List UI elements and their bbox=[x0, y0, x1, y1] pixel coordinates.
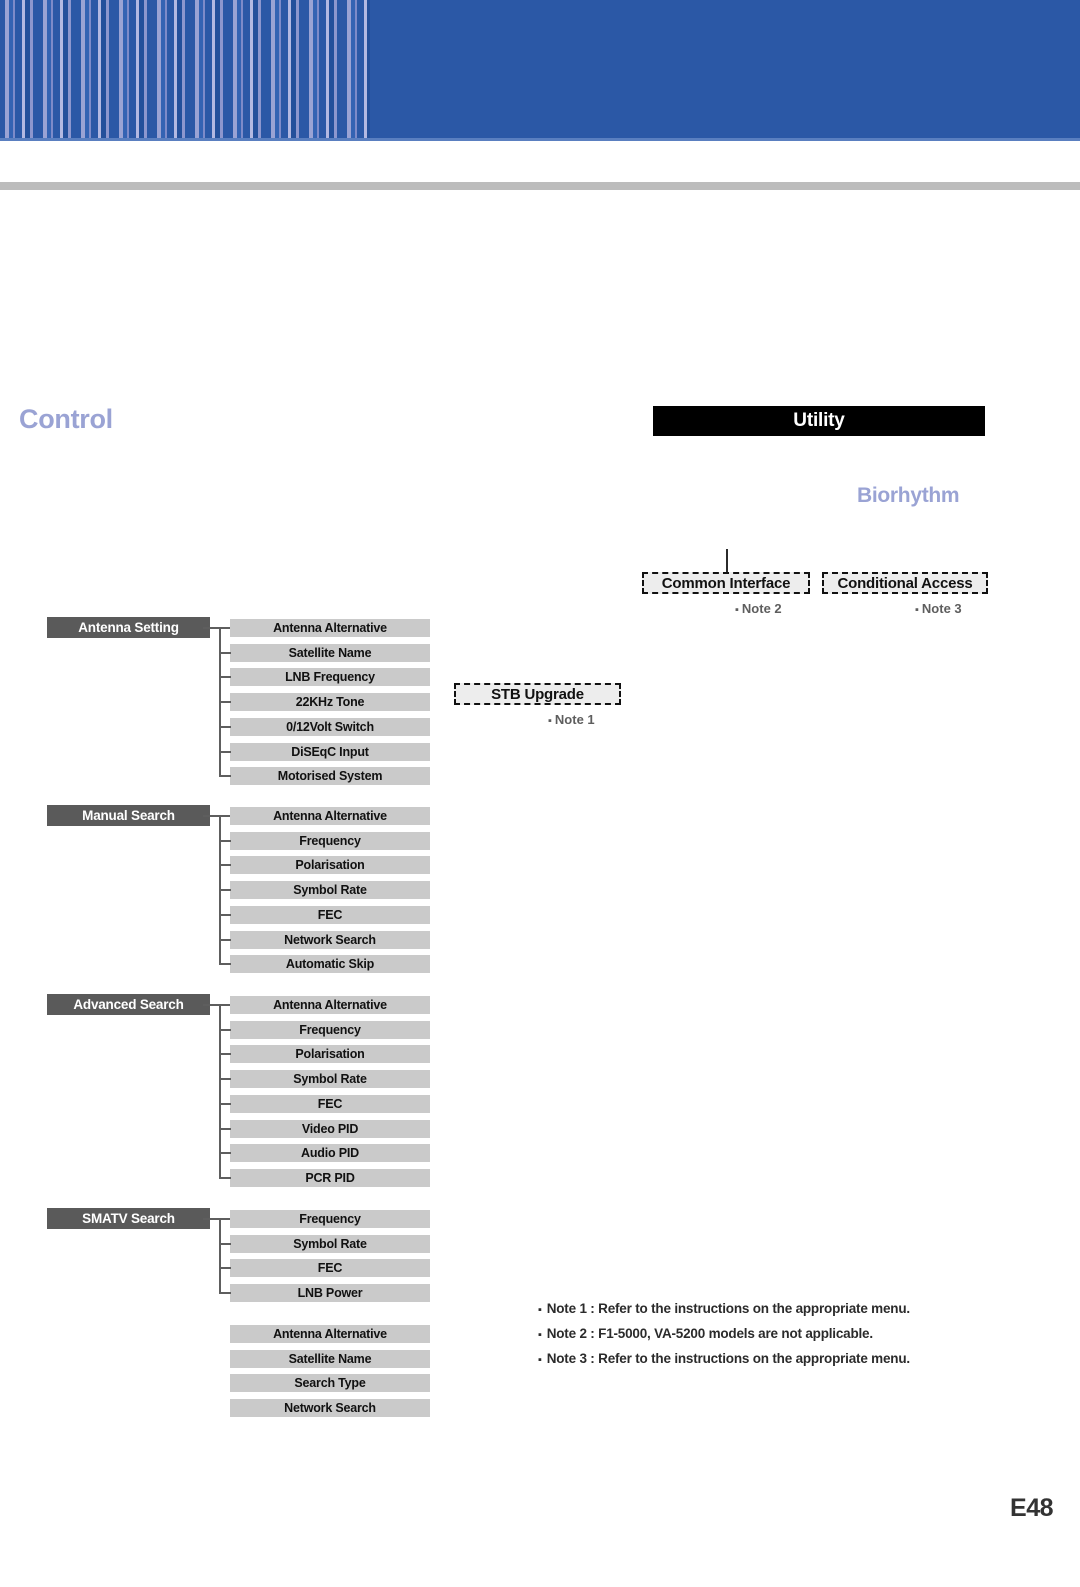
note-line-1-label: Note 1 : Refer to the instructions on th… bbox=[546, 1301, 910, 1316]
menu-item-fec[interactable]: FEC bbox=[230, 905, 430, 924]
tree-connector-branch bbox=[219, 1102, 231, 1105]
bullet-icon: ▪ bbox=[915, 604, 919, 616]
menu-item-pcr-pid[interactable]: PCR PID bbox=[230, 1168, 430, 1187]
bullet-icon: ▪ bbox=[538, 1354, 542, 1366]
tree-connector-branch bbox=[219, 1267, 231, 1270]
menu-item-fec[interactable]: FEC bbox=[230, 1259, 430, 1278]
menu-item-polarisation[interactable]: Polarisation bbox=[230, 856, 430, 875]
menu-item-audio-pid[interactable]: Audio PID bbox=[230, 1144, 430, 1163]
menu-item-satellite-name[interactable]: Satellite Name bbox=[230, 643, 430, 662]
tree-connector-branch bbox=[219, 1078, 231, 1081]
tree-connector-branch bbox=[219, 864, 231, 867]
menu-item-symbol-rate[interactable]: Symbol Rate bbox=[230, 1234, 430, 1253]
note-line-3: ▪ Note 3 : Refer to the instructions on t… bbox=[538, 1347, 998, 1372]
tree-connector-trunk bbox=[219, 1218, 221, 1294]
box-conditional-access[interactable]: Conditional Access bbox=[822, 572, 988, 594]
tree-connector-branch bbox=[219, 1028, 231, 1031]
menu-parent-antenna-setting[interactable]: Antenna Setting bbox=[47, 617, 210, 638]
page-number: E48 bbox=[1010, 1494, 1053, 1522]
tree-connector-root bbox=[203, 815, 231, 817]
menu-item-automatic-skip[interactable]: Automatic Skip bbox=[230, 955, 430, 974]
tree-connector-branch bbox=[219, 1152, 231, 1155]
common-interface-connector bbox=[726, 549, 728, 573]
menu-item-video-pid[interactable]: Video PID bbox=[230, 1119, 430, 1138]
tree-connector-branch bbox=[219, 889, 231, 892]
note-line-1: ▪ Note 1 : Refer to the instructions on t… bbox=[538, 1297, 998, 1322]
bullet-icon: ▪ bbox=[538, 1329, 542, 1341]
tree-connector-branch bbox=[219, 651, 231, 654]
tree-connector-branch bbox=[219, 701, 231, 704]
tree-connector-root bbox=[203, 1004, 231, 1006]
notes-block: ▪ Note 1 : Refer to the instructions on t… bbox=[538, 1297, 998, 1372]
banner-stripe-pattern bbox=[0, 0, 370, 141]
page-subtitle-biorhythm: Biorhythm bbox=[857, 484, 960, 507]
menu-item-fec[interactable]: FEC bbox=[230, 1094, 430, 1113]
menu-item-motorised-system[interactable]: Motorised System bbox=[230, 767, 430, 786]
menu-item-antenna-alternative[interactable]: Antenna Alternative bbox=[230, 807, 430, 825]
page-title-control: Control bbox=[19, 404, 113, 434]
header-divider-rule bbox=[0, 182, 1080, 190]
caption-note-1: ▪ Note 1 bbox=[548, 712, 595, 727]
note-line-3-label: Note 3 : Refer to the instructions on th… bbox=[546, 1351, 910, 1366]
menu-item-frequency[interactable]: Frequency bbox=[230, 1020, 430, 1039]
caption-note-1-label: Note 1 bbox=[554, 712, 595, 727]
menu-item-network-search[interactable]: Network Search bbox=[230, 930, 430, 949]
tree-connector-root bbox=[203, 1218, 231, 1220]
banner-bottom-edge bbox=[0, 138, 1080, 141]
menu-item-search-type[interactable]: Search Type bbox=[230, 1374, 430, 1393]
menu-item-network-search[interactable]: Network Search bbox=[230, 1399, 430, 1418]
box-common-interface[interactable]: Common Interface bbox=[642, 572, 810, 594]
menu-item-lnb-power[interactable]: LNB Power bbox=[230, 1284, 430, 1303]
tree-connector-branch bbox=[219, 775, 231, 778]
menu-parent-smatv-search[interactable]: SMATV Search bbox=[47, 1208, 210, 1229]
menu-item-satellite-name[interactable]: Satellite Name bbox=[230, 1349, 430, 1368]
menu-item-frequency[interactable]: Frequency bbox=[230, 831, 430, 850]
tree-connector-branch bbox=[219, 839, 231, 842]
note-line-2-label: Note 2 : F1-5000, VA-5200 models are not… bbox=[546, 1326, 873, 1341]
menu-item-antenna-alternative[interactable]: Antenna Alternative bbox=[230, 619, 430, 637]
tree-connector-branch bbox=[219, 1053, 231, 1056]
page-banner bbox=[0, 0, 1080, 141]
caption-note-3-label: Note 3 bbox=[921, 601, 962, 616]
tree-connector-root bbox=[203, 627, 231, 629]
bullet-icon: ▪ bbox=[538, 1304, 542, 1316]
menu-item-0-12volt-switch[interactable]: 0/12Volt Switch bbox=[230, 717, 430, 736]
tree-connector-branch bbox=[219, 1292, 231, 1295]
menu-item-polarisation[interactable]: Polarisation bbox=[230, 1045, 430, 1064]
menu-parent-manual-search[interactable]: Manual Search bbox=[47, 805, 210, 826]
tree-connector-branch bbox=[219, 913, 231, 916]
tree-connector-branch bbox=[219, 938, 231, 941]
menu-item-22khz-tone[interactable]: 22KHz Tone bbox=[230, 693, 430, 712]
tree-connector-branch bbox=[219, 676, 231, 679]
menu-item-symbol-rate[interactable]: Symbol Rate bbox=[230, 881, 430, 900]
bullet-icon: ▪ bbox=[548, 715, 552, 727]
tree-connector-branch bbox=[219, 1242, 231, 1245]
utility-section-header: Utility bbox=[653, 406, 985, 436]
menu-item-lnb-frequency[interactable]: LNB Frequency bbox=[230, 668, 430, 687]
tree-connector-branch bbox=[219, 963, 231, 966]
tree-connector-branch bbox=[219, 725, 231, 728]
tree-connector-branch bbox=[219, 1127, 231, 1130]
menu-item-diseqc-input[interactable]: DiSEqC Input bbox=[230, 742, 430, 761]
box-stb-upgrade[interactable]: STB Upgrade bbox=[454, 683, 621, 705]
menu-item-antenna-alternative[interactable]: Antenna Alternative bbox=[230, 1325, 430, 1343]
menu-item-antenna-alternative[interactable]: Antenna Alternative bbox=[230, 996, 430, 1014]
caption-note-3: ▪ Note 3 bbox=[915, 601, 962, 616]
menu-parent-advanced-search[interactable]: Advanced Search bbox=[47, 994, 210, 1015]
tree-connector-branch bbox=[219, 750, 231, 753]
caption-note-2: ▪ Note 2 bbox=[735, 601, 782, 616]
bullet-icon: ▪ bbox=[735, 604, 739, 616]
tree-connector-branch bbox=[219, 1176, 231, 1179]
caption-note-2-label: Note 2 bbox=[741, 601, 782, 616]
menu-item-frequency[interactable]: Frequency bbox=[230, 1210, 430, 1228]
note-line-2: ▪ Note 2 : F1-5000, VA-5200 models are no… bbox=[538, 1322, 998, 1347]
menu-item-symbol-rate[interactable]: Symbol Rate bbox=[230, 1070, 430, 1089]
